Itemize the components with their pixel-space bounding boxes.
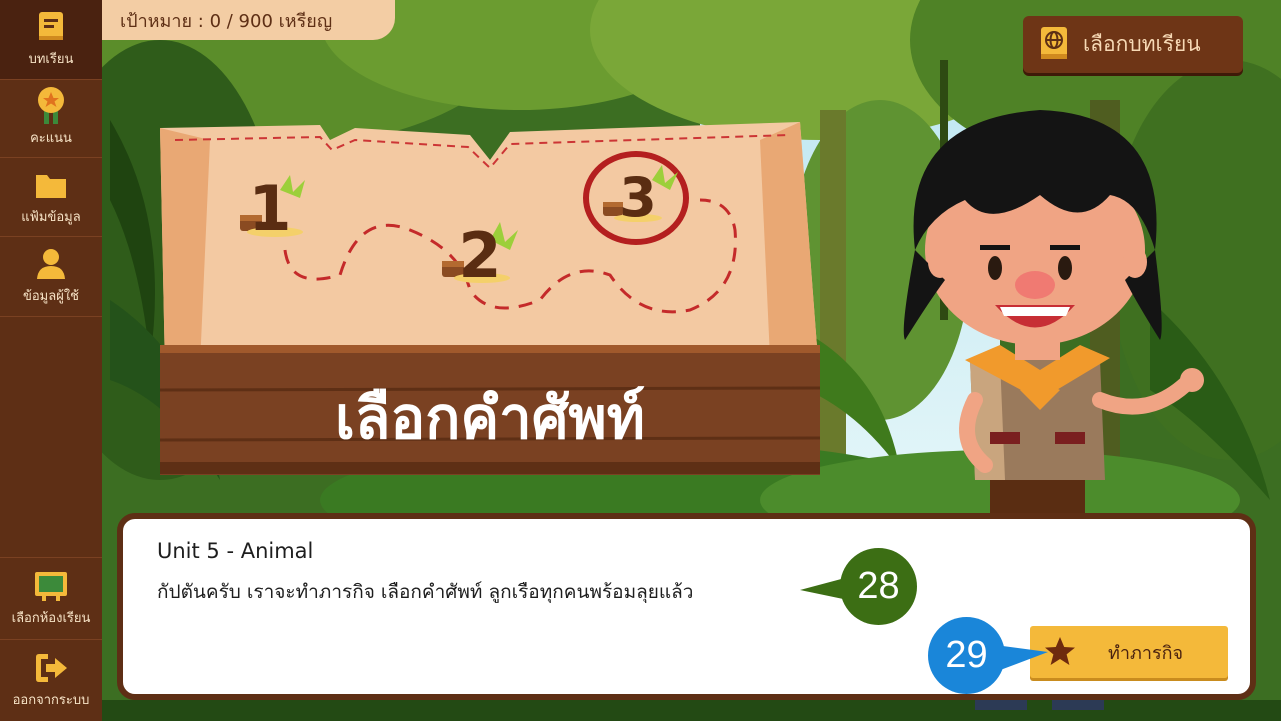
callout-pointers bbox=[800, 578, 1048, 672]
callout-badge-28: 28 bbox=[840, 548, 917, 625]
callout-badge-29: 29 bbox=[928, 617, 1005, 694]
